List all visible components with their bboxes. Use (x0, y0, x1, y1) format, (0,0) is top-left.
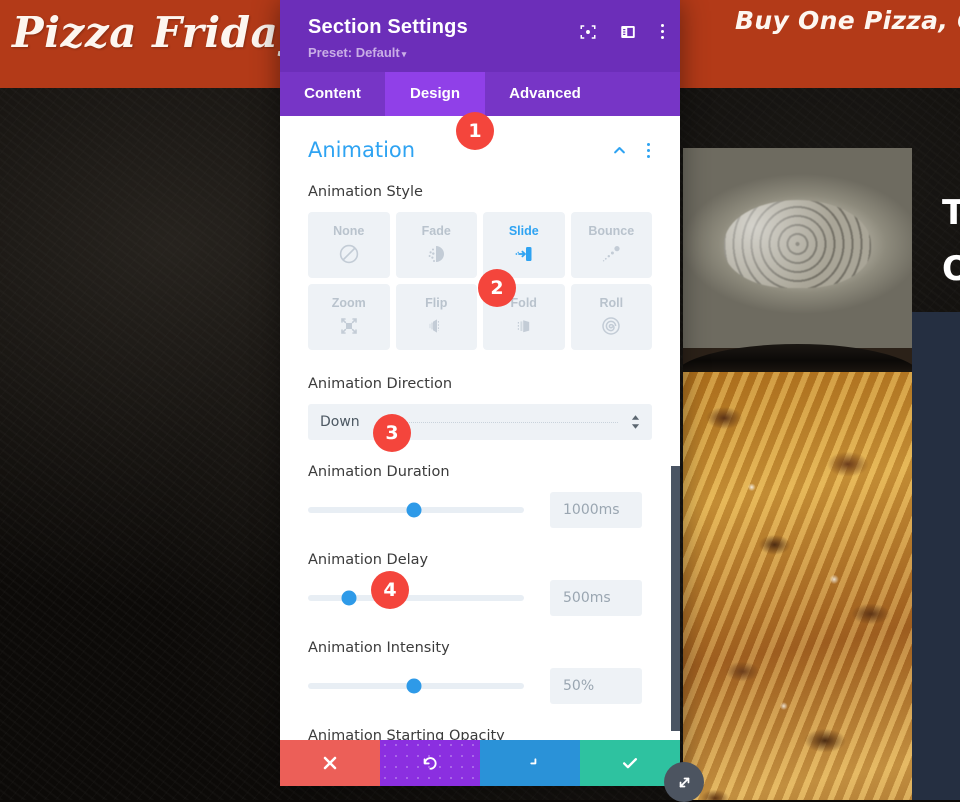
animation-style-zoom-label: Zoom (332, 296, 366, 310)
animation-style-roll-label: Roll (599, 296, 623, 310)
fold-icon (511, 314, 537, 338)
no-entry-icon (336, 242, 362, 266)
brand-logo[interactable]: Pizza Friday (12, 8, 303, 57)
preset-label: Preset: Default (308, 45, 400, 60)
resize-diagonal-icon (675, 773, 694, 792)
layout-panel-icon[interactable] (619, 23, 637, 41)
animation-style-flip[interactable]: Flip (396, 284, 478, 350)
step-badge-2: 2 (478, 269, 516, 307)
slider-thumb[interactable] (406, 503, 421, 518)
animation-style-fade[interactable]: Fade (396, 212, 478, 278)
modal-body: Animation Animation Style None (280, 116, 680, 740)
modal-footer (280, 740, 680, 786)
photo-pizza-surface (683, 372, 912, 800)
animation-delay-slider[interactable] (308, 595, 524, 601)
animation-style-bounce[interactable]: Bounce (571, 212, 653, 278)
slider-thumb[interactable] (342, 591, 357, 606)
undo-button[interactable] (380, 740, 480, 786)
animation-intensity-label: Animation Intensity (308, 640, 652, 656)
photo-upper-object (683, 148, 912, 348)
modal-tabs: Content Design Advanced (280, 72, 680, 116)
flip-icon (423, 314, 449, 338)
more-options-icon[interactable] (659, 22, 666, 41)
animation-direction-label: Animation Direction (308, 376, 652, 392)
chevron-down-icon: ▾ (402, 49, 407, 59)
animation-starting-opacity-group: Animation Starting Opacity (308, 728, 652, 740)
roll-spiral-icon (598, 314, 624, 338)
animation-delay-label: Animation Delay (308, 552, 652, 568)
preset-selector[interactable]: Preset: Default▾ (308, 45, 660, 60)
modal-header: Section Settings Preset: Default▾ (280, 0, 680, 72)
animation-style-none-label: None (333, 224, 364, 238)
animation-direction-value: Down (320, 414, 360, 430)
fade-icon (423, 242, 449, 266)
select-dotted-line (378, 422, 618, 423)
checkmark-icon (620, 753, 640, 773)
modal-header-actions (579, 22, 666, 41)
hero-title: TO (942, 185, 960, 297)
animation-intensity-group: Animation Intensity 50% (308, 640, 652, 704)
zoom-expand-icon (336, 314, 362, 338)
animation-duration-slider[interactable] (308, 507, 524, 513)
tab-design[interactable]: Design (385, 72, 485, 116)
step-badge-1: 1 (456, 112, 494, 150)
animation-style-flip-label: Flip (425, 296, 447, 310)
promo-banner-text: Buy One Pizza, Get (735, 6, 960, 35)
animation-style-slide-label: Slide (509, 224, 539, 238)
chevron-up-icon[interactable] (612, 143, 627, 158)
bounce-icon (598, 242, 624, 266)
redo-arrow-icon (520, 753, 540, 773)
animation-direction-group: Animation Direction Down (308, 376, 652, 440)
animation-style-fade-label: Fade (422, 224, 451, 238)
slider-thumb[interactable] (406, 679, 421, 694)
pizza-photo (683, 148, 912, 800)
animation-intensity-slider[interactable] (308, 683, 524, 689)
animation-intensity-value[interactable]: 50% (550, 668, 642, 704)
undo-arrow-icon (420, 753, 440, 773)
animation-delay-group: Animation Delay 500ms (308, 552, 652, 616)
animation-style-bounce-label: Bounce (588, 224, 634, 238)
animation-style-roll[interactable]: Roll (571, 284, 653, 350)
animation-duration-value[interactable]: 1000ms (550, 492, 642, 528)
tab-advanced[interactable]: Advanced (485, 72, 605, 116)
select-spinner-icon[interactable] (631, 415, 640, 429)
step-badge-3: 3 (373, 414, 411, 452)
animation-style-fold-label: Fold (511, 296, 537, 310)
modal-resize-handle[interactable] (664, 762, 704, 802)
more-options-icon[interactable] (645, 141, 652, 160)
focus-target-icon[interactable] (579, 23, 597, 41)
modal-scrollbar[interactable] (671, 466, 680, 731)
redo-button[interactable] (480, 740, 580, 786)
close-x-icon (320, 753, 340, 773)
section-title: Animation (308, 138, 415, 162)
animation-delay-value[interactable]: 500ms (550, 580, 642, 616)
animation-starting-opacity-label: Animation Starting Opacity (308, 728, 652, 740)
cancel-button[interactable] (280, 740, 380, 786)
animation-duration-label: Animation Duration (308, 464, 652, 480)
step-badge-4: 4 (371, 571, 409, 609)
animation-style-none[interactable]: None (308, 212, 390, 278)
animation-duration-group: Animation Duration 1000ms (308, 464, 652, 528)
slide-icon (511, 242, 537, 266)
tab-content[interactable]: Content (280, 72, 385, 116)
right-nav-panel (912, 312, 960, 800)
animation-style-label: Animation Style (308, 184, 652, 200)
animation-style-zoom[interactable]: Zoom (308, 284, 390, 350)
animation-direction-select[interactable]: Down (308, 404, 652, 440)
